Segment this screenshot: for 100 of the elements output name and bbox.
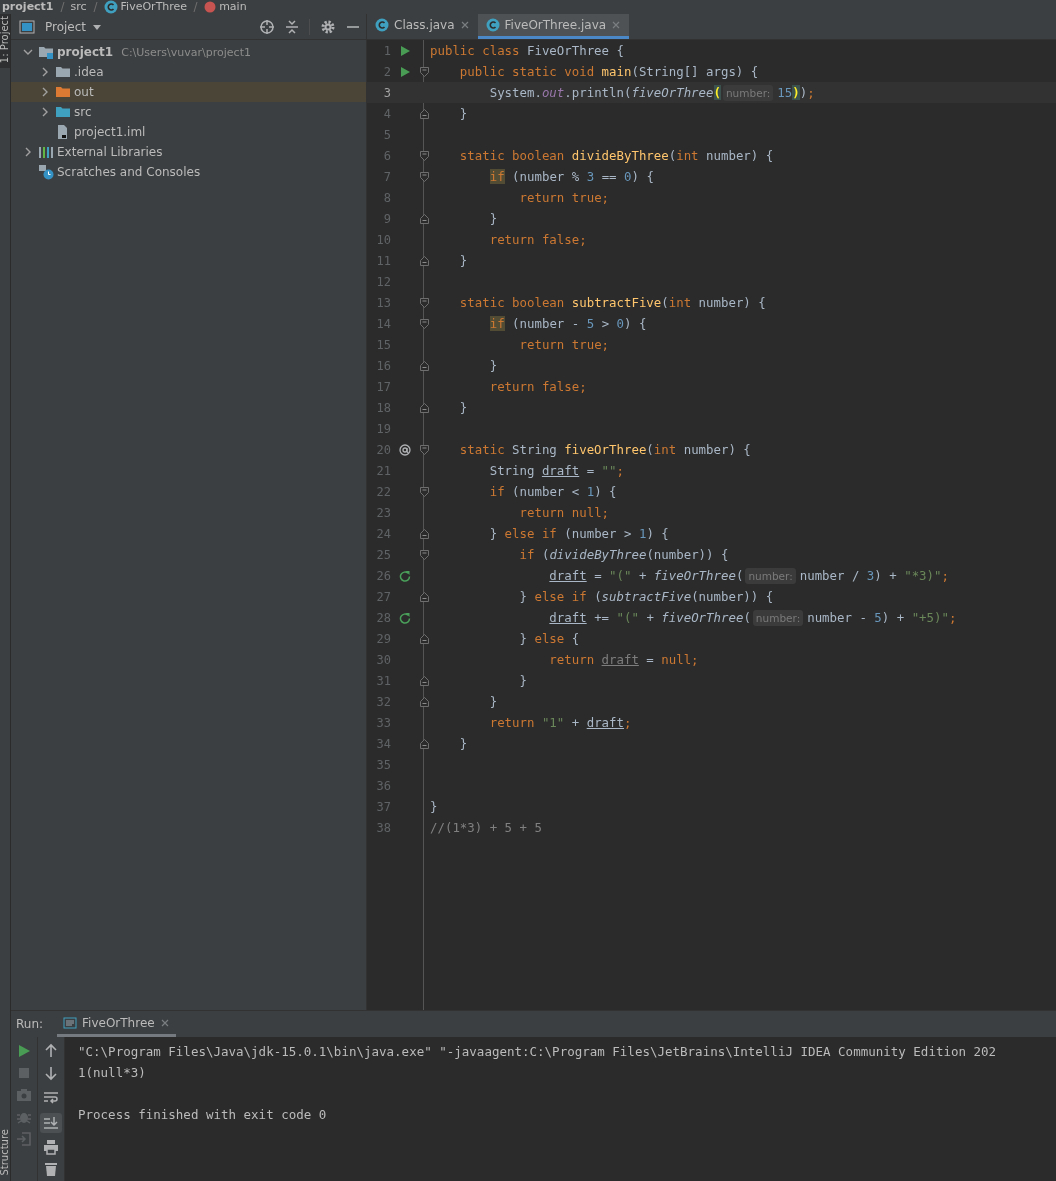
line-number: 9 <box>382 211 391 226</box>
line-number: 11 <box>375 253 391 268</box>
fold-icon[interactable] <box>419 360 429 371</box>
parameter-hint: number: <box>752 609 804 626</box>
line-number: 19 <box>375 421 391 436</box>
line-number: 6 <box>382 148 391 163</box>
fold-icon[interactable] <box>419 402 429 413</box>
breadcrumb-item[interactable]: FiveOrThree <box>120 0 188 14</box>
tree-item[interactable]: Scratches and Consoles <box>11 162 366 182</box>
code-text: return false; <box>488 379 587 394</box>
line-number: 26 <box>375 568 391 583</box>
breadcrumb-item[interactable]: main <box>219 0 247 14</box>
editor-tab[interactable]: Class.java <box>367 14 478 39</box>
code-text: number - 5) + "+5)"; <box>807 610 957 625</box>
down-arrow-icon[interactable] <box>43 1065 59 1081</box>
code-text: return draft = null; <box>548 652 699 667</box>
line-number: 24 <box>375 526 391 541</box>
fold-icon[interactable] <box>419 528 429 539</box>
tree-item-label: External Libraries <box>57 145 163 159</box>
fold-icon[interactable] <box>419 675 429 686</box>
tree-item-label: project1.iml <box>74 125 146 139</box>
line-number: 21 <box>375 463 391 478</box>
at-sign-icon[interactable] <box>399 443 411 456</box>
code-text: if (number - 5 > 0) { <box>488 316 647 331</box>
collapse-all-icon[interactable] <box>285 18 299 35</box>
line-number: 32 <box>375 694 391 709</box>
tree-item[interactable]: out <box>11 82 366 102</box>
scratches-icon <box>38 164 54 180</box>
libraries-icon <box>38 144 54 160</box>
close-icon[interactable] <box>159 1017 170 1028</box>
fold-icon[interactable] <box>419 696 429 707</box>
fold-icon[interactable] <box>419 318 429 329</box>
tree-item[interactable]: project1.iml <box>11 122 366 142</box>
line-number: 20 <box>375 442 391 457</box>
parameter-hint: number: <box>722 84 774 101</box>
breadcrumb-item[interactable]: src <box>70 0 87 14</box>
run-tab[interactable]: FiveOrThree <box>57 1011 176 1037</box>
code-text: } <box>458 736 468 751</box>
line-number: 18 <box>375 400 391 415</box>
up-arrow-icon[interactable] <box>43 1043 59 1059</box>
scroll-to-end-button[interactable] <box>40 1113 62 1133</box>
line-number: 13 <box>375 295 391 310</box>
code-text: 15)); <box>777 85 815 100</box>
line-number: 30 <box>375 652 391 667</box>
fold-icon[interactable] <box>419 297 429 308</box>
line-number: 23 <box>375 505 391 520</box>
code-text: } <box>458 253 468 268</box>
breadcrumb-item[interactable]: project1 <box>2 0 54 14</box>
code-text: } <box>458 400 468 415</box>
tree-item-label: .idea <box>74 65 104 79</box>
tree-item[interactable]: External Libraries <box>11 142 366 162</box>
class-file-icon <box>375 18 389 32</box>
tree-item[interactable]: project1 C:\Users\vuvar\project1 <box>11 42 366 62</box>
tree-item-label: project1 <box>57 45 114 59</box>
fold-icon[interactable] <box>419 150 429 161</box>
fold-icon[interactable] <box>419 738 429 749</box>
close-icon[interactable] <box>459 20 470 30</box>
editor-tab[interactable]: FiveOrThree.java <box>477 14 630 39</box>
tree-item-label: Scratches and Consoles <box>57 165 201 179</box>
circular-arrow-icon <box>399 611 411 624</box>
code-text: } else if (subtractFive(number)) { <box>518 589 774 604</box>
project-path: C:\Users\vuvar\project1 <box>121 45 251 59</box>
tree-item[interactable]: .idea <box>11 62 366 82</box>
tree-item-label: out <box>74 85 94 99</box>
code-text: if (divideByThree(number)) { <box>518 547 729 562</box>
printer-icon[interactable] <box>43 1139 59 1155</box>
fold-icon[interactable] <box>419 444 429 455</box>
run-icon[interactable] <box>399 65 411 78</box>
crosshair-icon[interactable] <box>259 18 275 35</box>
fold-icon[interactable] <box>419 213 429 224</box>
fold-icon[interactable] <box>419 66 429 77</box>
fold-icon[interactable] <box>419 633 429 644</box>
line-number: 35 <box>375 757 391 772</box>
line-number: 3 <box>382 85 391 100</box>
code-text: //(1*3) + 5 + 5 <box>430 820 542 835</box>
line-number: 37 <box>375 799 391 814</box>
settings-icon[interactable] <box>320 18 336 35</box>
code-text: return true; <box>518 190 610 205</box>
line-number: 7 <box>382 169 391 184</box>
code-text: String draft = ""; <box>488 463 624 478</box>
line-number: 38 <box>375 820 391 835</box>
code-text: } else { <box>518 631 580 646</box>
fold-icon[interactable] <box>419 549 429 560</box>
line-number: 22 <box>375 484 391 499</box>
run-icon[interactable] <box>399 44 411 57</box>
breadcrumb-separator <box>59 1 65 13</box>
code-text: static String fiveOrThree(int number) { <box>458 442 751 457</box>
run-icon[interactable] <box>16 1043 32 1059</box>
tree-item[interactable]: src <box>11 102 366 122</box>
fold-icon[interactable] <box>419 108 429 119</box>
code-text: if (number % 3 == 0) { <box>488 169 654 184</box>
method-icon <box>204 1 217 13</box>
fold-icon[interactable] <box>419 171 429 182</box>
trash-icon[interactable] <box>43 1161 59 1177</box>
view-dropdown[interactable]: Project <box>45 19 103 34</box>
fold-icon[interactable] <box>419 486 429 497</box>
code-text: return true; <box>518 337 610 352</box>
line-number: 25 <box>375 547 391 562</box>
fold-icon[interactable] <box>419 255 429 266</box>
fold-icon[interactable] <box>419 591 429 602</box>
